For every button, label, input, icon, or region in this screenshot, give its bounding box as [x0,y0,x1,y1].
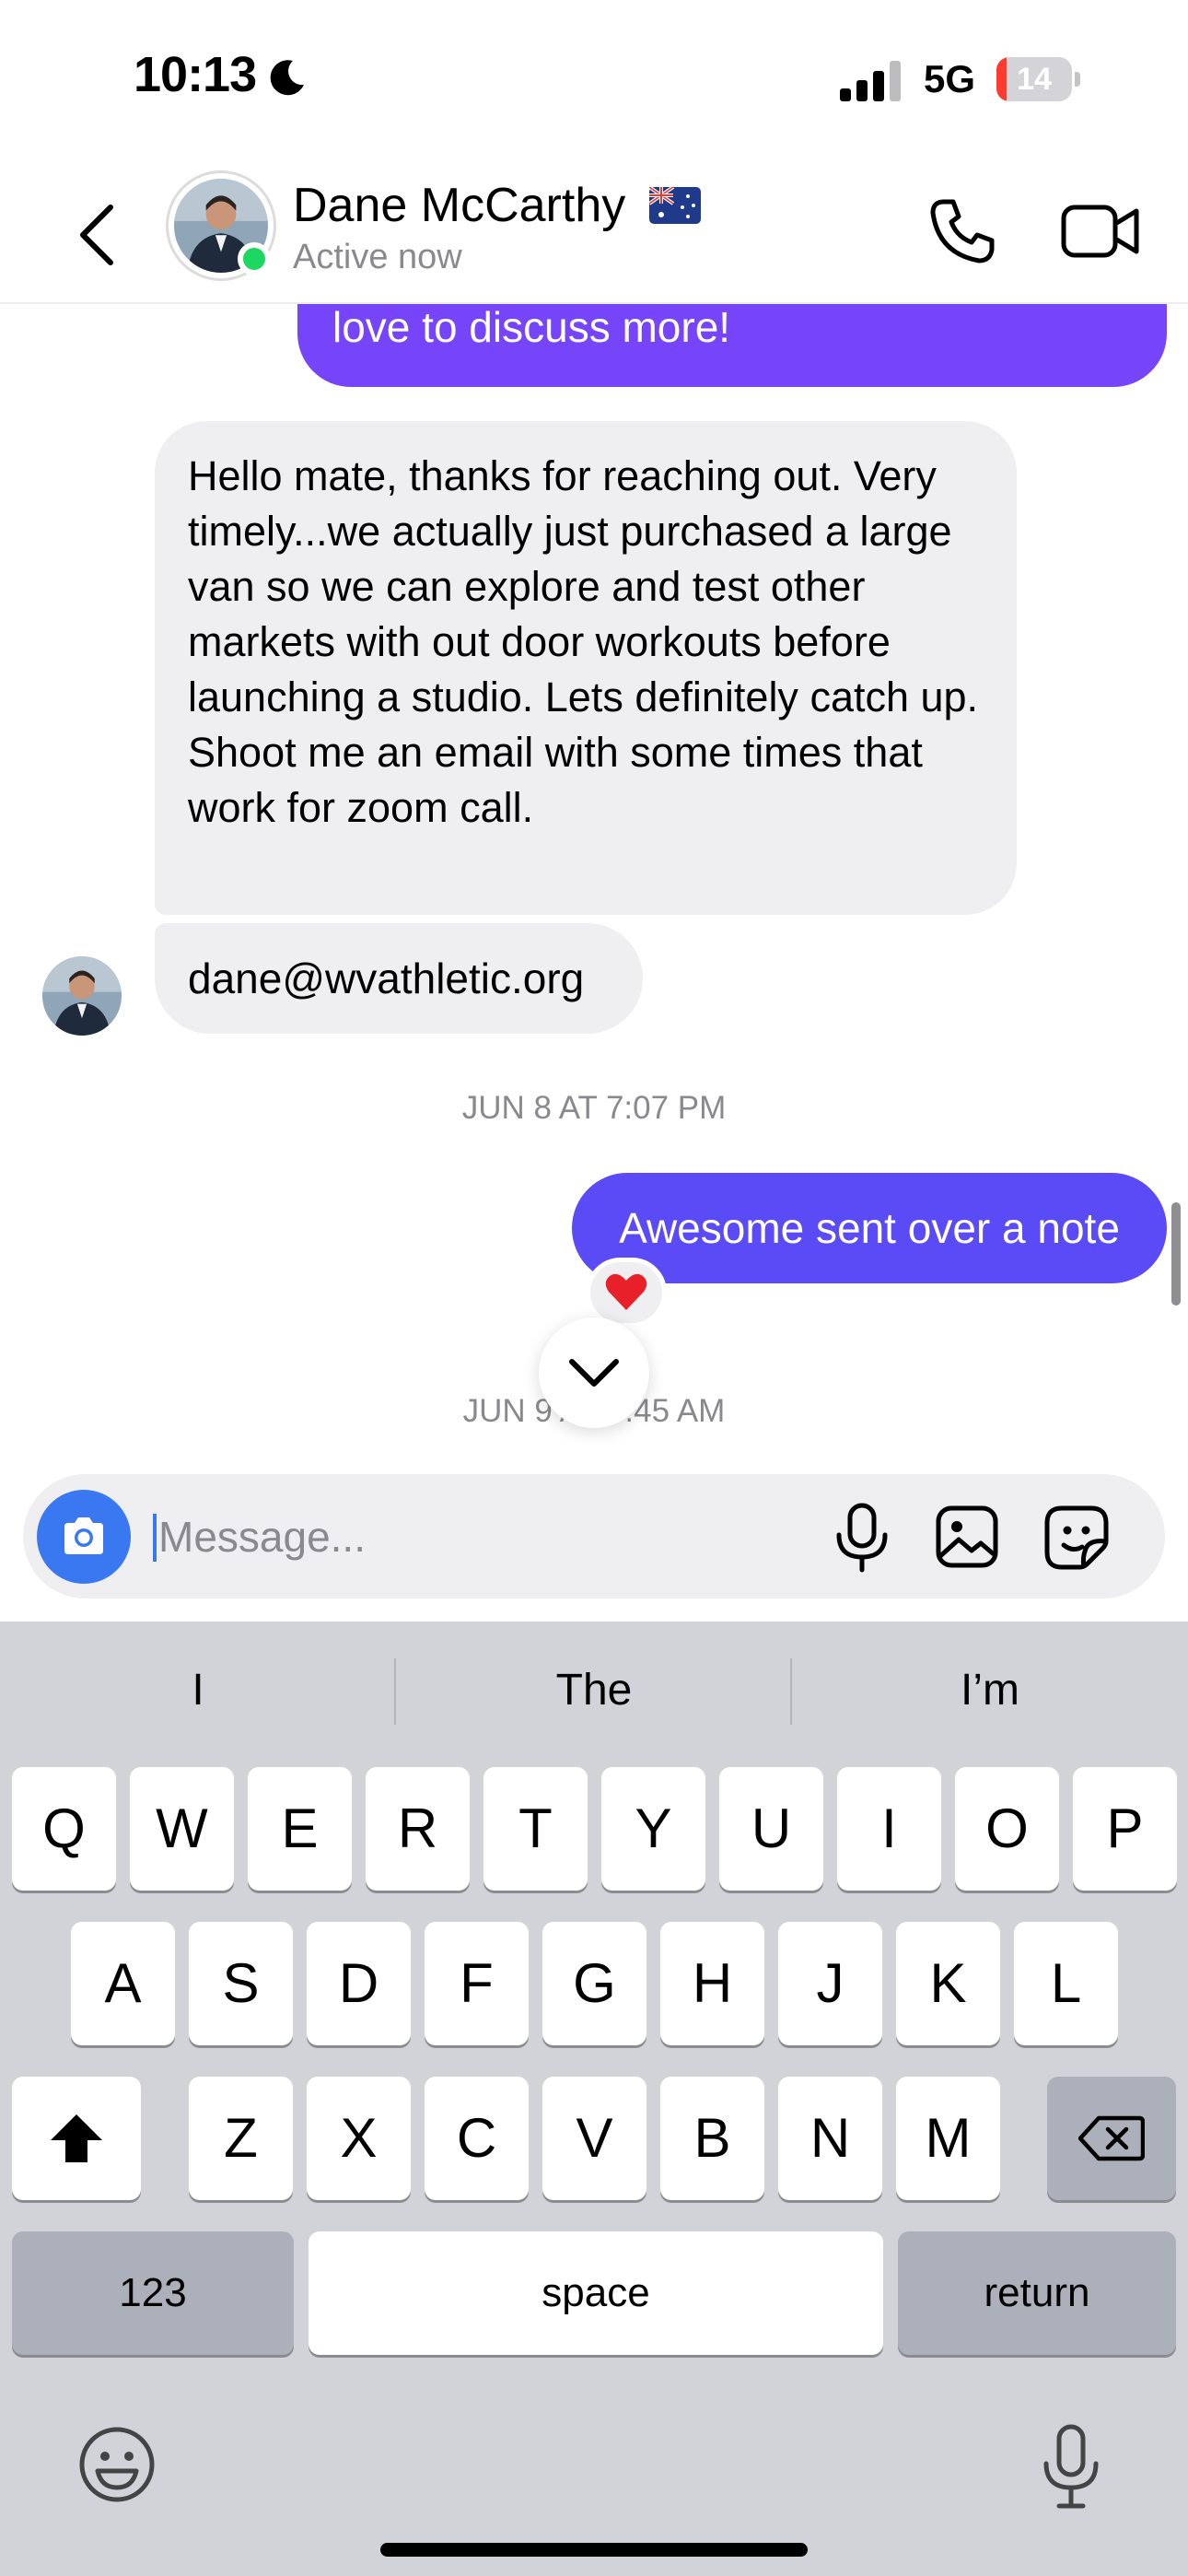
status-bar: 10:13 5G 14 [0,0,1188,161]
home-indicator[interactable] [380,2543,808,2557]
incoming-message-bubble[interactable]: Hello mate, thanks for reaching out. Ver… [155,421,1017,915]
space-key[interactable]: space [309,2231,883,2355]
key-j[interactable]: J [778,1922,882,2045]
key-u[interactable]: U [719,1767,823,1891]
return-key[interactable]: return [898,2231,1176,2355]
text-cursor [153,1514,157,1562]
dictation-button[interactable] [1039,2423,1103,2511]
outgoing-message-bubble[interactable]: Awesome sent over a note [572,1173,1167,1283]
prediction-suggestion[interactable]: I’m [792,1622,1188,1760]
key-x[interactable]: X [307,2077,411,2200]
keyboard: I The I’m Q W E R T Y U I O P A S D F G … [0,1622,1188,2576]
phone-call-button[interactable] [926,194,999,268]
message-thread[interactable]: love to discuss more! Hello mate, thanks… [0,304,1188,1474]
backspace-icon [1078,2115,1145,2161]
key-v[interactable]: V [542,2077,646,2200]
battery-level: 14 [1017,62,1052,97]
key-g[interactable]: G [542,1922,646,2045]
prediction-suggestion[interactable]: I [0,1622,396,1760]
camera-icon [64,1517,103,1554]
key-o[interactable]: O [955,1767,1059,1891]
key-b[interactable]: B [660,2077,764,2200]
battery-icon: 14 [996,57,1080,101]
message-input[interactable] [158,1507,803,1566]
moon-icon [270,60,304,96]
incoming-message-bubble[interactable]: dane@wvathletic.org [155,923,643,1034]
heart-icon [605,1273,647,1310]
camera-button[interactable] [37,1490,131,1584]
key-a[interactable]: A [71,1922,175,2045]
status-time: 10:13 [134,47,257,102]
message-timestamp: JUN 8 AT 7:07 PM [461,1090,727,1126]
chat-header: Dane McCarthy Active now [0,161,1188,304]
avatar-photo [42,956,122,1036]
predictive-text-bar: I The I’m [0,1622,1188,1760]
gallery-button[interactable] [935,1505,999,1569]
key-m[interactable]: M [896,2077,1000,2200]
key-q[interactable]: Q [12,1767,116,1891]
online-indicator [238,242,271,275]
scroll-to-bottom-button[interactable] [539,1317,649,1428]
key-n[interactable]: N [778,2077,882,2200]
key-l[interactable]: L [1014,1922,1118,2045]
contact-name[interactable]: Dane McCarthy [293,178,625,233]
network-label: 5G [924,57,976,100]
key-y[interactable]: Y [601,1767,705,1891]
key-t[interactable]: T [483,1767,588,1891]
signal-icon [840,61,901,101]
key-s[interactable]: S [189,1922,293,2045]
prediction-suggestion[interactable]: The [396,1622,792,1760]
australia-flag-icon [649,187,701,224]
contact-status: Active now [293,238,462,276]
shift-icon [51,2114,102,2162]
delete-key[interactable] [1047,2077,1176,2200]
key-i[interactable]: I [837,1767,941,1891]
key-d[interactable]: D [307,1922,411,2045]
key-h[interactable]: H [660,1922,764,2045]
key-k[interactable]: K [896,1922,1000,2045]
key-e[interactable]: E [248,1767,352,1891]
key-p[interactable]: P [1073,1767,1177,1891]
numbers-key[interactable]: 123 [12,2231,294,2355]
emoji-keyboard-button[interactable] [76,2423,158,2506]
key-z[interactable]: Z [189,2077,293,2200]
microphone-button[interactable] [833,1502,891,1574]
sender-avatar[interactable] [42,956,122,1036]
shift-key[interactable] [12,2077,141,2200]
chevron-down-icon [569,1359,619,1387]
sticker-button[interactable] [1043,1505,1110,1571]
message-text: love to discuss more! [332,304,731,351]
video-call-button[interactable] [1059,194,1142,268]
key-w[interactable]: W [130,1767,234,1891]
key-r[interactable]: R [366,1767,470,1891]
key-f[interactable]: F [425,1922,529,2045]
outgoing-message-bubble[interactable]: love to discuss more! [297,304,1167,387]
back-button[interactable] [66,198,131,272]
scrollbar[interactable] [1171,1202,1181,1306]
key-c[interactable]: C [425,2077,529,2200]
